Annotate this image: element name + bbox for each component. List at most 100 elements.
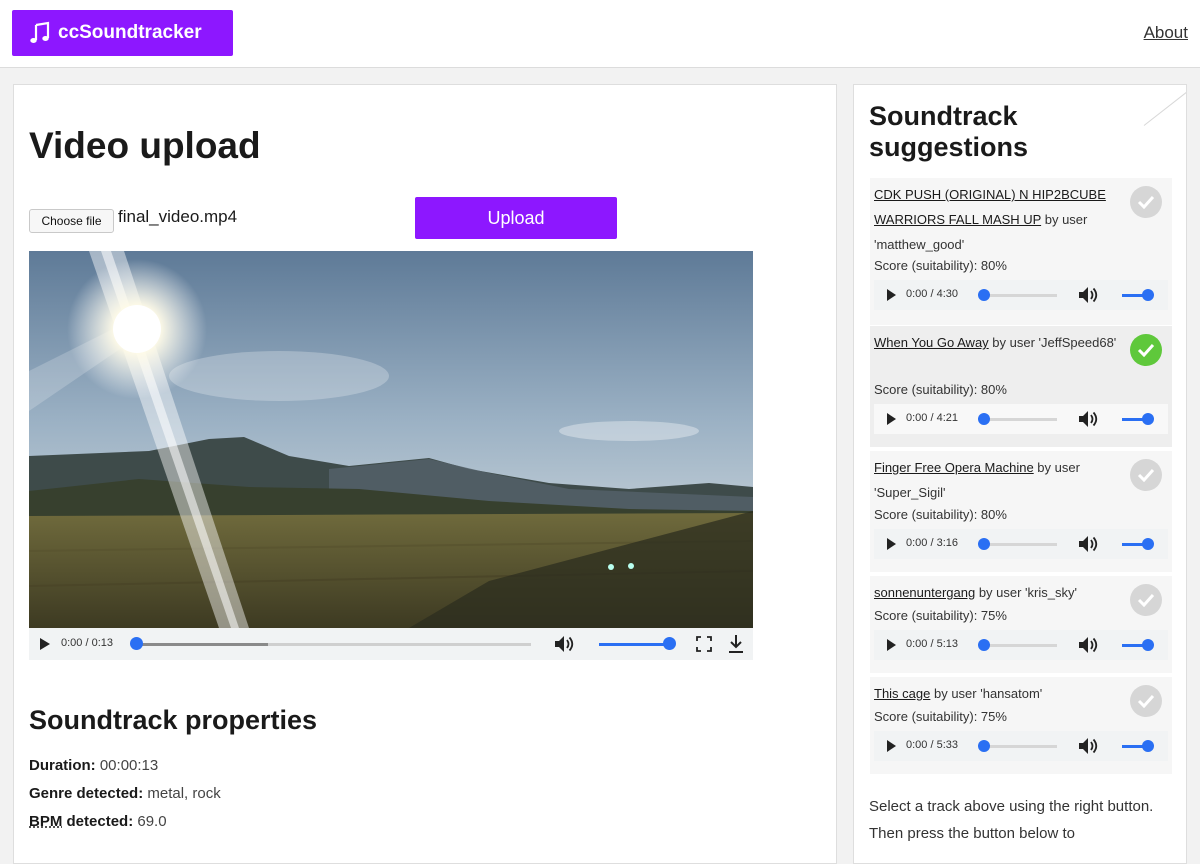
- select-track-button[interactable]: [1130, 459, 1162, 491]
- volume-icon[interactable]: [1078, 286, 1100, 304]
- track-score: Score (suitability): 80%: [874, 507, 1007, 522]
- play-icon[interactable]: [39, 637, 51, 651]
- download-icon[interactable]: [728, 634, 744, 654]
- audio-player: 0:00 / 4:30: [874, 280, 1168, 310]
- check-icon: [1137, 343, 1155, 357]
- brand-name: ccSoundtracker: [58, 22, 202, 43]
- video-frame-image: [29, 251, 753, 628]
- suggestion-track: This cage by user 'hansatom' Score (suit…: [870, 677, 1172, 775]
- top-navbar: ccSoundtracker About: [0, 0, 1200, 68]
- audio-time: 0:00 / 5:13: [906, 638, 958, 650]
- track-score: Score (suitability): 80%: [874, 382, 1007, 397]
- choose-file-button[interactable]: Choose file: [29, 209, 114, 233]
- audio-volume-thumb[interactable]: [1142, 538, 1154, 550]
- volume-icon[interactable]: [1078, 535, 1100, 553]
- track-score: Score (suitability): 75%: [874, 608, 1007, 623]
- about-link[interactable]: About: [1144, 23, 1188, 43]
- track-score: Score (suitability): 75%: [874, 709, 1007, 724]
- select-track-button[interactable]: [1130, 186, 1162, 218]
- suggestion-track: sonnenuntergang by user 'kris_sky' Score…: [870, 576, 1172, 674]
- audio-seek-bar[interactable]: [982, 644, 1057, 647]
- audio-time: 0:00 / 4:30: [906, 288, 958, 300]
- check-icon: [1137, 694, 1155, 708]
- suggestion-track: Finger Free Opera Machine by user 'Super…: [870, 451, 1172, 573]
- audio-volume-thumb[interactable]: [1142, 740, 1154, 752]
- audio-seek-bar[interactable]: [982, 745, 1057, 748]
- brand-logo-button[interactable]: ccSoundtracker: [12, 10, 233, 56]
- audio-player: 0:00 / 4:21: [874, 404, 1168, 434]
- property-duration: Duration: 00:00:13: [29, 757, 158, 774]
- track-title-link[interactable]: This cage: [874, 686, 930, 701]
- audio-volume-thumb[interactable]: [1142, 289, 1154, 301]
- video-time: 0:00 / 0:13: [61, 637, 113, 649]
- video-upload-panel: Video upload Choose file final_video.mp4…: [13, 84, 837, 864]
- properties-title: Soundtrack properties: [29, 705, 318, 735]
- volume-icon[interactable]: [554, 635, 576, 653]
- fullscreen-icon[interactable]: [696, 636, 712, 652]
- track-author: by user 'kris_sky': [975, 585, 1077, 600]
- upload-button[interactable]: Upload: [415, 197, 617, 239]
- audio-player: 0:00 / 3:16: [874, 529, 1168, 559]
- volume-icon[interactable]: [1078, 737, 1100, 755]
- track-score: Score (suitability): 80%: [874, 258, 1007, 273]
- video-buffer-bar: [135, 643, 268, 646]
- select-track-button[interactable]: [1130, 584, 1162, 616]
- track-title-link[interactable]: When You Go Away: [874, 335, 989, 350]
- audio-player: 0:00 / 5:33: [874, 731, 1168, 761]
- selected-file-name: final_video.mp4: [118, 207, 238, 226]
- suggestion-track: CDK PUSH (ORIGINAL) N HIP2BCUBE WARRIORS…: [870, 178, 1172, 326]
- play-icon[interactable]: [886, 289, 897, 301]
- audio-seek-bar[interactable]: [982, 418, 1057, 421]
- audio-seek-thumb[interactable]: [978, 639, 990, 651]
- play-icon[interactable]: [886, 538, 897, 550]
- track-author: by user 'JeffSpeed68': [988, 335, 1117, 350]
- play-icon[interactable]: [886, 413, 897, 425]
- property-bpm: BPM detected: 69.0: [29, 813, 167, 830]
- audio-seek-bar[interactable]: [982, 543, 1057, 546]
- audio-player: 0:00 / 5:13: [874, 630, 1168, 660]
- property-label: Duration:: [29, 757, 96, 774]
- video-seek-thumb[interactable]: [130, 637, 143, 650]
- audio-volume-thumb[interactable]: [1142, 639, 1154, 651]
- play-icon[interactable]: [886, 639, 897, 651]
- help-text: Select a track above using the right but…: [869, 798, 1154, 842]
- property-value: 00:00:13: [99, 757, 159, 774]
- audio-time: 0:00 / 5:33: [906, 739, 958, 751]
- video-seek-bar[interactable]: [135, 643, 531, 646]
- track-info: CDK PUSH (ORIGINAL) N HIP2BCUBE WARRIORS…: [874, 182, 1128, 257]
- check-icon: [1137, 593, 1155, 607]
- property-value: 69.0: [137, 813, 167, 830]
- audio-seek-thumb[interactable]: [978, 740, 990, 752]
- track-info: When You Go Away by user 'JeffSpeed68': [874, 330, 1128, 355]
- track-title-link[interactable]: Finger Free Opera Machine: [874, 460, 1034, 475]
- select-track-button[interactable]: [1130, 334, 1162, 366]
- video-controls: 0:00 / 0:13: [29, 628, 753, 660]
- volume-icon[interactable]: [1078, 636, 1100, 654]
- track-info: This cage by user 'hansatom': [874, 681, 1128, 706]
- audio-seek-thumb[interactable]: [978, 289, 990, 301]
- property-value: metal, rock: [147, 785, 221, 802]
- audio-seek-thumb[interactable]: [978, 538, 990, 550]
- select-track-button[interactable]: [1130, 685, 1162, 717]
- audio-volume-thumb[interactable]: [1142, 413, 1154, 425]
- decorative-line: [1143, 88, 1186, 126]
- suggestions-panel: Soundtrack suggestions CDK PUSH (ORIGINA…: [853, 84, 1187, 864]
- audio-seek-bar[interactable]: [982, 294, 1057, 297]
- video-volume-bar[interactable]: [599, 643, 669, 646]
- property-label: BPM detected:: [29, 813, 134, 830]
- play-icon[interactable]: [886, 740, 897, 752]
- track-author: by user 'hansatom': [930, 686, 1043, 701]
- music-note-icon: [30, 21, 50, 43]
- volume-icon[interactable]: [1078, 410, 1100, 428]
- check-icon: [1137, 195, 1155, 209]
- track-title-link[interactable]: sonnenuntergang: [874, 585, 975, 600]
- audio-time: 0:00 / 3:16: [906, 537, 958, 549]
- video-volume-thumb[interactable]: [663, 637, 676, 650]
- audio-seek-thumb[interactable]: [978, 413, 990, 425]
- page-title: Video upload: [29, 125, 261, 166]
- suggestion-track-selected: When You Go Away by user 'JeffSpeed68' S…: [870, 326, 1172, 448]
- bpm-abbreviation: BPM: [29, 813, 63, 830]
- property-genre: Genre detected: metal, rock: [29, 785, 221, 802]
- property-label: Genre detected:: [29, 785, 144, 802]
- video-preview[interactable]: [29, 251, 753, 628]
